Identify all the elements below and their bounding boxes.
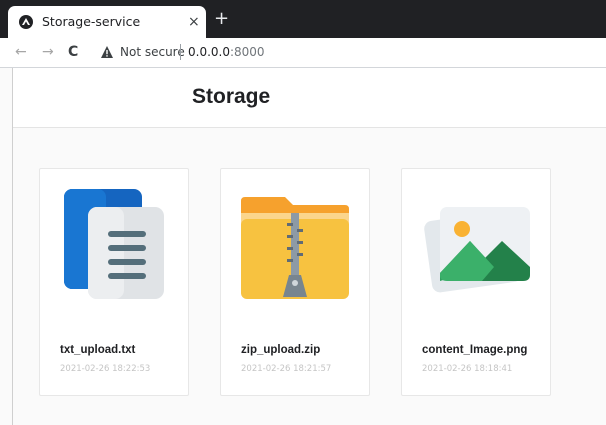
page-title: Storage	[192, 85, 271, 108]
address-bar[interactable]: 0.0.0.0:8000	[188, 45, 265, 59]
url-port: :8000	[229, 45, 265, 59]
file-card-zip[interactable]: zip_upload.zip 2021-02-26 18:21:57	[220, 168, 370, 396]
address-separator	[180, 44, 181, 60]
page-left-border	[12, 68, 13, 425]
page-header: Storage	[12, 68, 606, 128]
site-favicon-icon	[19, 15, 33, 29]
warning-icon[interactable]	[100, 45, 114, 59]
reload-button[interactable]: C	[68, 43, 78, 61]
page-viewport: Storage txt_upload.txt 2021-02-26 18:22:…	[0, 68, 606, 425]
file-name: content_Image.png	[422, 344, 528, 356]
security-status[interactable]: Not secure	[120, 45, 185, 59]
file-date: 2021-02-26 18:21:57	[241, 364, 332, 374]
new-tab-button[interactable]: +	[214, 10, 229, 28]
file-name: zip_upload.zip	[241, 344, 321, 356]
text-document-icon	[64, 189, 164, 299]
image-file-icon	[424, 207, 530, 293]
url-host: 0.0.0.0	[188, 45, 230, 59]
file-card-png[interactable]: content_Image.png 2021-02-26 18:18:41	[401, 168, 551, 396]
browser-toolbar: ← → C Not secure 0.0.0.0:8000	[0, 38, 606, 68]
tab-title: Storage-service	[42, 14, 141, 29]
back-button[interactable]: ←	[15, 43, 27, 61]
file-name: txt_upload.txt	[60, 344, 136, 356]
tab-strip: Storage-service × +	[0, 0, 606, 38]
zip-folder-icon	[241, 197, 349, 299]
file-date: 2021-02-26 18:22:53	[60, 364, 151, 374]
browser-tab[interactable]: Storage-service ×	[8, 6, 206, 38]
close-tab-icon[interactable]: ×	[188, 14, 200, 30]
file-date: 2021-02-26 18:18:41	[422, 364, 513, 374]
file-card-txt[interactable]: txt_upload.txt 2021-02-26 18:22:53	[39, 168, 189, 396]
forward-button[interactable]: →	[42, 43, 54, 61]
